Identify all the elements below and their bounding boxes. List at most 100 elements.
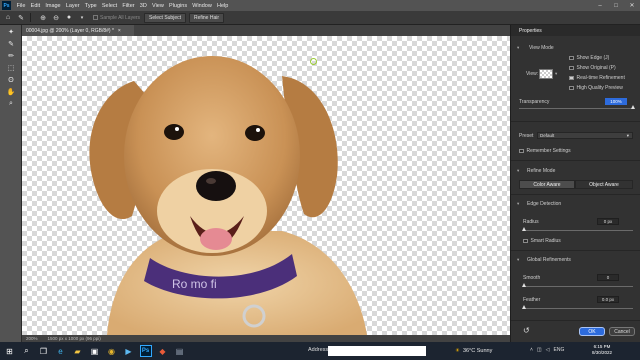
address-input[interactable] bbox=[328, 346, 426, 356]
brush-size-icon[interactable]: ● bbox=[64, 13, 74, 23]
network-icon[interactable]: ◫ bbox=[537, 347, 542, 353]
smooth-slider-thumb[interactable] bbox=[522, 283, 526, 287]
transparency-value[interactable]: 100% bbox=[605, 98, 627, 105]
chevron-up-icon[interactable]: ˄ bbox=[530, 347, 533, 353]
menu-edit[interactable]: Edit bbox=[28, 3, 43, 9]
color-aware-button[interactable]: Color Aware bbox=[519, 180, 575, 189]
close-tab-icon[interactable]: × bbox=[118, 28, 121, 34]
menu-layer[interactable]: Layer bbox=[63, 3, 82, 9]
remember-settings-checkbox[interactable] bbox=[519, 148, 524, 154]
menu-view[interactable]: View bbox=[149, 3, 166, 9]
smart-radius-checkbox[interactable] bbox=[523, 238, 528, 244]
cancel-button[interactable]: Cancel bbox=[609, 327, 635, 336]
quick-selection-tool-icon[interactable]: ✦ bbox=[3, 27, 19, 37]
transparency-slider-track[interactable] bbox=[519, 108, 633, 109]
hand-tool-icon[interactable]: ✋ bbox=[3, 87, 19, 97]
reset-icon[interactable]: ↺ bbox=[523, 326, 530, 335]
canvas[interactable]: Ro mo fi bbox=[22, 36, 510, 335]
show-edge-option[interactable]: Show Edge (J) bbox=[569, 55, 609, 61]
radius-slider-thumb[interactable] bbox=[522, 227, 526, 231]
object-aware-button[interactable]: Object Aware bbox=[575, 180, 633, 189]
feather-slider-thumb[interactable] bbox=[522, 305, 526, 309]
refine-edge-brush-icon[interactable]: ✎ bbox=[3, 39, 19, 49]
menu-window[interactable]: Window bbox=[190, 3, 215, 9]
smart-radius-label: Smart Radius bbox=[530, 238, 561, 244]
brush-tool-icon[interactable]: ✏ bbox=[3, 51, 19, 61]
preset-dropdown[interactable]: Default ▾ bbox=[537, 132, 633, 139]
subtract-from-selection-icon[interactable]: ⊖ bbox=[51, 13, 61, 23]
language-indicator[interactable]: ENG bbox=[554, 347, 565, 353]
high-quality-preview-checkbox[interactable] bbox=[569, 85, 574, 91]
refine-mode-heading: Refine Mode bbox=[527, 168, 556, 174]
windows-start-icon[interactable]: ⊞ bbox=[2, 344, 17, 359]
show-original-option[interactable]: Show Original (P) bbox=[569, 65, 616, 71]
chrome-icon[interactable]: ◉ bbox=[104, 344, 119, 359]
app-icon[interactable]: ▤ bbox=[172, 344, 187, 359]
store-icon[interactable]: ▣ bbox=[87, 344, 102, 359]
menu-3d[interactable]: 3D bbox=[137, 3, 149, 9]
view-mode-thumbnail[interactable] bbox=[539, 69, 553, 79]
brush-tool-icon[interactable]: ✎ bbox=[16, 13, 26, 23]
radius-label: Radius bbox=[523, 219, 539, 225]
realtime-refinement-checkbox[interactable] bbox=[569, 75, 574, 81]
home-icon[interactable]: ⌂ bbox=[3, 13, 13, 23]
ok-button[interactable]: OK bbox=[579, 327, 605, 336]
view-mode-chevron-icon[interactable]: ▾ bbox=[517, 45, 519, 51]
clock[interactable]: 6:15 PM 8/30/2022 bbox=[592, 344, 612, 356]
menu-file[interactable]: File bbox=[14, 3, 28, 9]
global-refinements-chevron-icon[interactable]: ▾ bbox=[517, 257, 519, 263]
smooth-value[interactable]: 0 bbox=[597, 274, 619, 281]
realtime-refinement-option[interactable]: Real-time Refinement bbox=[569, 75, 625, 81]
properties-tab[interactable]: Properties bbox=[511, 25, 640, 36]
edge-detection-chevron-icon[interactable]: ▾ bbox=[517, 201, 519, 207]
minimize-icon[interactable]: – bbox=[592, 0, 608, 11]
media-player-icon[interactable]: ▶ bbox=[121, 344, 136, 359]
menu-type[interactable]: Type bbox=[82, 3, 99, 9]
brush-cursor-icon bbox=[310, 58, 317, 65]
task-view-icon[interactable]: ❐ bbox=[36, 344, 51, 359]
show-edge-label: Show Edge (J) bbox=[576, 55, 610, 61]
show-original-checkbox[interactable] bbox=[569, 65, 574, 71]
photoshop-taskbar-icon[interactable]: Ps bbox=[138, 344, 153, 359]
refine-mode-chevron-icon[interactable]: ▾ bbox=[517, 168, 519, 174]
add-to-selection-icon[interactable]: ⊕ bbox=[38, 13, 48, 23]
app-icon[interactable]: ◆ bbox=[155, 344, 170, 359]
radius-value[interactable]: 0 px bbox=[597, 218, 619, 225]
brush-settings-chevron-icon[interactable]: ▾ bbox=[77, 13, 87, 23]
feather-slider-track[interactable] bbox=[523, 308, 633, 309]
show-edge-checkbox[interactable] bbox=[569, 55, 574, 61]
smart-radius-option[interactable]: Smart Radius bbox=[523, 238, 561, 244]
close-icon[interactable]: ✕ bbox=[624, 0, 640, 11]
zoom-level[interactable]: 200% bbox=[26, 336, 38, 341]
menu-image[interactable]: Image bbox=[43, 3, 63, 9]
maximize-icon[interactable]: □ bbox=[608, 0, 624, 11]
feather-label: Feather bbox=[523, 297, 541, 303]
object-selection-tool-icon[interactable]: ⬚ bbox=[3, 63, 19, 73]
lasso-tool-icon[interactable]: ʘ bbox=[3, 75, 19, 85]
radius-slider-track[interactable] bbox=[523, 230, 633, 231]
menu-help[interactable]: Help bbox=[214, 3, 231, 9]
weather-widget[interactable]: ☀ 36°C Sunny bbox=[455, 348, 492, 354]
menu-filter[interactable]: Filter bbox=[120, 3, 137, 9]
photoshop-logo: Ps bbox=[139, 345, 152, 357]
file-explorer-icon[interactable]: ▰ bbox=[70, 344, 85, 359]
high-quality-preview-label: High Quality Preview bbox=[576, 85, 623, 91]
search-icon[interactable]: ⌕ bbox=[19, 344, 34, 359]
menu-bar: Ps File Edit Image Layer Type Select Fil… bbox=[0, 0, 640, 11]
feather-value[interactable]: 0.0 px bbox=[597, 296, 619, 303]
document-tab[interactable]: 00004.jpg @ 200% (Layer 0, RGB/8#) * × bbox=[22, 25, 134, 36]
menu-select[interactable]: Select bbox=[99, 3, 119, 9]
zoom-tool-icon[interactable]: ⌕ bbox=[3, 99, 19, 109]
menu-plugins[interactable]: Plugins bbox=[166, 3, 189, 9]
high-quality-preview-option[interactable]: High Quality Preview bbox=[569, 85, 623, 91]
refine-hair-button[interactable]: Refine Hair bbox=[189, 12, 225, 23]
edge-browser-icon[interactable]: e bbox=[53, 344, 68, 359]
sample-all-layers-checkbox[interactable] bbox=[93, 15, 98, 20]
view-dropdown-chevron-icon[interactable]: ▾ bbox=[555, 71, 557, 77]
volume-icon[interactable]: ◁ bbox=[546, 347, 550, 353]
select-subject-button[interactable]: Select Subject bbox=[144, 12, 186, 23]
transparency-slider-thumb[interactable] bbox=[630, 105, 635, 109]
remember-settings-option[interactable]: Remember Settings bbox=[519, 148, 571, 154]
window-controls: – □ ✕ bbox=[592, 0, 640, 11]
smooth-slider-track[interactable] bbox=[523, 286, 633, 287]
